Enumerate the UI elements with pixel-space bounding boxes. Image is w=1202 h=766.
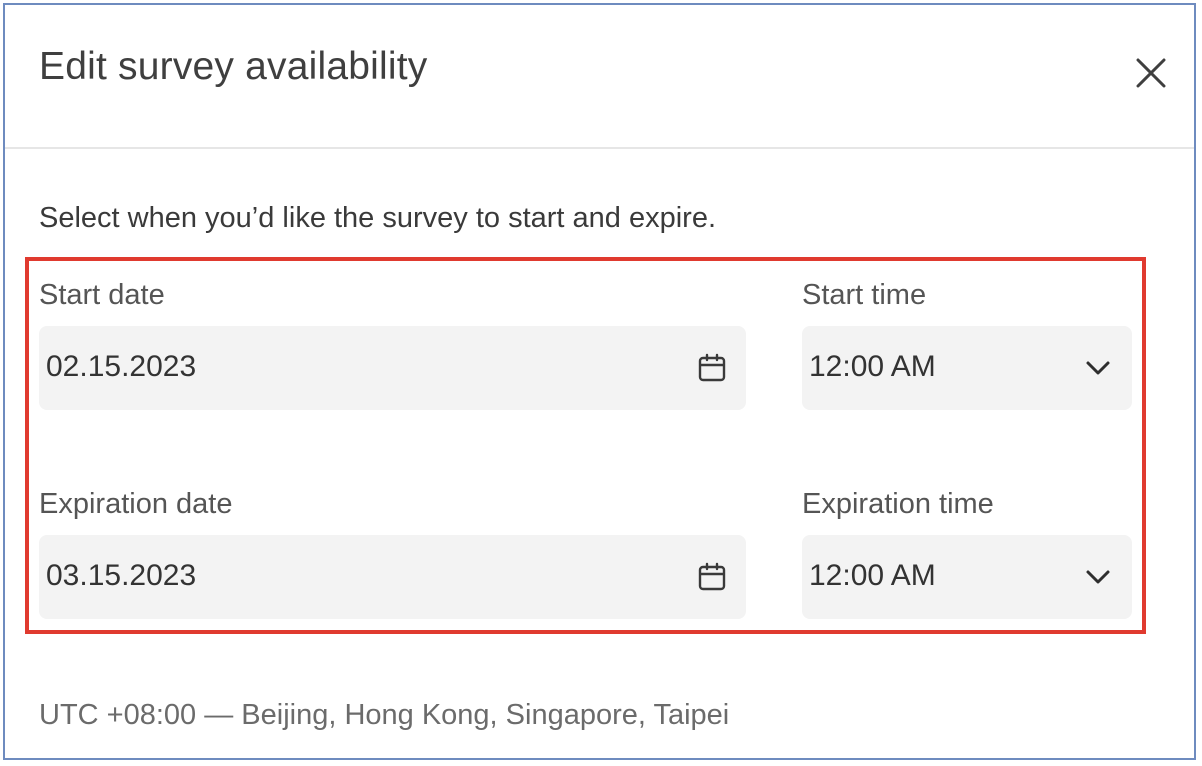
chevron-down-icon <box>1086 361 1110 375</box>
start-time-value: 12:00 AM <box>809 350 936 383</box>
close-icon <box>1136 58 1166 88</box>
expiration-date-value: 03.15.2023 <box>46 559 197 592</box>
close-button[interactable] <box>1131 53 1171 93</box>
timezone-text: UTC +08:00 — Beijing, Hong Kong, Singapo… <box>39 699 730 731</box>
start-date-value: 02.15.2023 <box>46 350 197 383</box>
dialog-header: Edit survey availability <box>5 5 1194 149</box>
chevron-down-icon <box>1086 570 1110 584</box>
calendar-icon[interactable] <box>697 562 727 592</box>
expiration-time-select[interactable]: 12:00 AM <box>802 535 1132 619</box>
start-date-input[interactable]: 02.15.2023 <box>39 326 746 410</box>
calendar-icon[interactable] <box>697 353 727 383</box>
expiration-date-input[interactable]: 03.15.2023 <box>39 535 746 619</box>
instruction-text: Select when you’d like the survey to sta… <box>39 202 717 234</box>
survey-availability-dialog: Edit survey availability Select when you… <box>3 3 1196 760</box>
expiration-time-label: Expiration time <box>802 488 994 520</box>
start-date-label: Start date <box>39 279 165 311</box>
start-time-select[interactable]: 12:00 AM <box>802 326 1132 410</box>
expiration-time-value: 12:00 AM <box>809 559 936 592</box>
expiration-date-label: Expiration date <box>39 488 233 520</box>
start-time-label: Start time <box>802 279 927 311</box>
dialog-title: Edit survey availability <box>39 45 428 88</box>
